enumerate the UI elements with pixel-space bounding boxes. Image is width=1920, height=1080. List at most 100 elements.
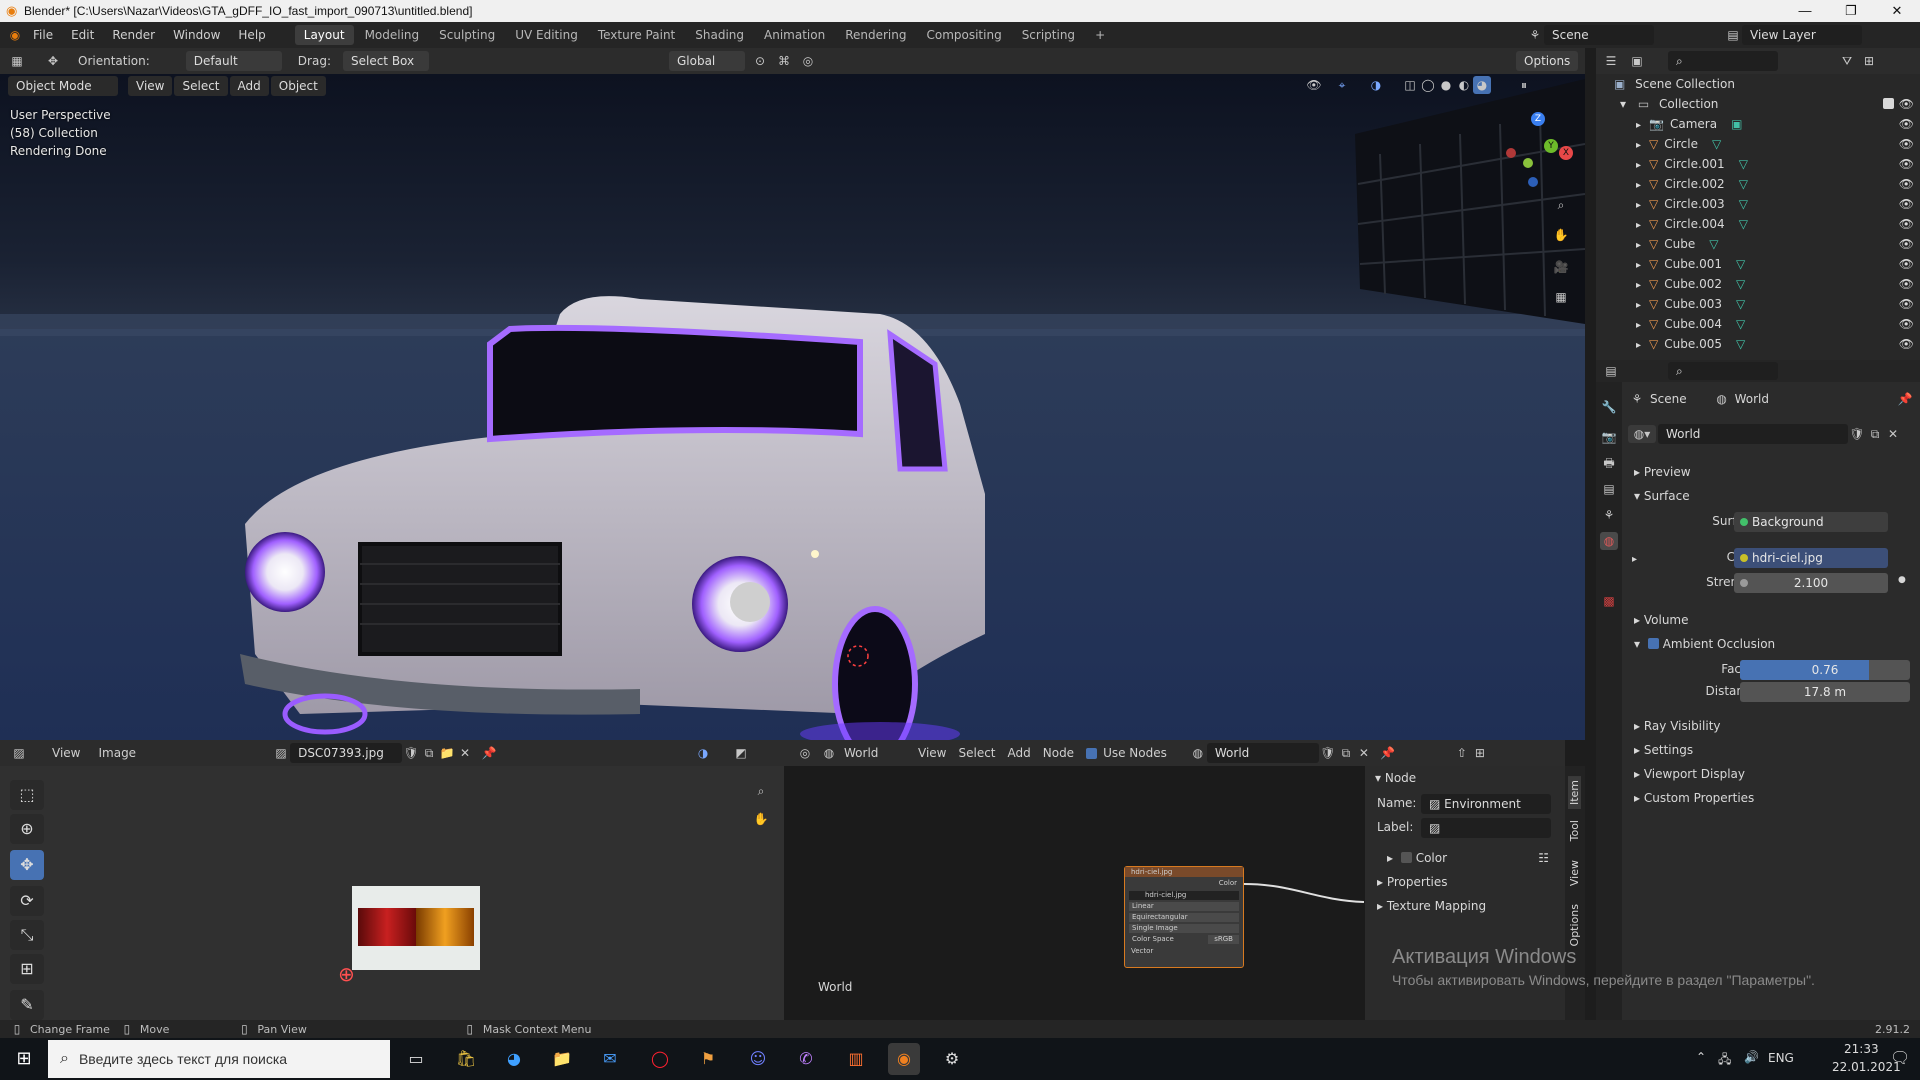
navigation-gizmo[interactable]: Z Y X [1495,110,1575,190]
visibility-eye-icon[interactable]: 👁 [1899,214,1914,234]
image-open-icon[interactable]: 📁 [438,744,456,762]
node-panel-header[interactable]: ▾ Node [1365,766,1565,790]
xray-icon[interactable]: ◫ [1401,76,1419,94]
outliner-item[interactable]: ▸ 📷 Camera ▣ 👁 [1596,114,1920,134]
pause-render-icon[interactable]: ⏸ [1515,76,1533,94]
properties-editor-icon[interactable]: ▤ [1602,362,1620,380]
menu-help[interactable]: Help [229,22,274,48]
display-mode-icon[interactable]: ▣ [1628,52,1646,70]
node-properties-panel[interactable]: ▸ Properties [1365,870,1555,894]
menu-select[interactable]: Select [174,76,228,96]
editor-type-icon[interactable]: ▦ [8,52,26,70]
zoom-icon[interactable]: ⌕ [1552,196,1570,214]
gizmo-neg-z[interactable] [1528,177,1538,187]
outliner-item[interactable]: ▸ ▽ Cube.002 ▽ 👁 [1596,274,1920,294]
node-menu-select[interactable]: Select [952,743,1001,763]
sidebar-tab-options[interactable]: Options [1568,904,1581,946]
menu-add[interactable]: Add [229,76,269,96]
snap-node-icon[interactable]: ⊞ [1471,744,1489,762]
node-name-field[interactable]: ▨ Environment Texture [1421,794,1551,831]
image-overlay-icon[interactable]: ◑ [694,744,712,762]
color-input-field[interactable]: hdri-ciel.jpg [1734,548,1888,568]
minimize-button[interactable]: — [1782,0,1828,22]
ortho-grid-icon[interactable]: ▦ [1552,288,1570,306]
gizmo-neg-x[interactable] [1506,148,1516,158]
menu-object[interactable]: Object [270,76,326,96]
environment-texture-node[interactable]: hdri-ciel.jpg Color hdri-ciel.jpg Linear… [1124,866,1244,968]
view-layer-tab-icon[interactable]: ▤ [1600,480,1618,498]
filter-icon[interactable]: ⛛ [1838,52,1856,70]
node-color-checkbox[interactable] [1400,852,1412,863]
mesh-data-icon[interactable]: ▽ [1709,237,1718,251]
mail-icon[interactable]: ✉ [594,1043,626,1075]
factor-slider[interactable]: 0.76 [1740,660,1910,680]
properties-search-icon[interactable]: ⌕ [1668,362,1778,380]
menu-file[interactable]: File [24,22,62,48]
tab-scripting[interactable]: Scripting [1013,25,1084,45]
rendered-shading-icon[interactable]: ◕ [1473,76,1491,94]
visibility-eye-icon[interactable]: 👁 [1899,234,1914,254]
material-shading-icon[interactable]: ◐ [1455,76,1473,94]
shader-type-dropdown[interactable]: World [838,743,902,763]
menu-render[interactable]: Render [103,22,164,48]
opera-icon[interactable]: ◯ [644,1043,676,1075]
node-image-field[interactable]: hdri-ciel.jpg [1129,891,1239,900]
move-tool[interactable]: ✥ [10,850,44,880]
drag-dropdown[interactable]: Select Box [342,51,429,71]
visibility-eye-icon[interactable]: 👁 [1899,254,1914,274]
image-fake-user-icon[interactable]: 🛡 [402,744,420,762]
image-display-icon[interactable]: ◩ [732,744,750,762]
node-menu-node[interactable]: Node [1037,743,1080,763]
world-browse-node-icon[interactable]: ◍ [1189,744,1207,762]
outliner-item[interactable]: ▸ ▽ Cube.004 ▽ 👁 [1596,314,1920,334]
image-pin-icon[interactable]: 📌 [480,744,498,762]
node-label-field[interactable]: ▨ [1421,818,1551,838]
section-preview[interactable]: ▸ Preview [1622,460,1920,484]
strength-field[interactable]: 2.100 [1734,573,1888,593]
mode-dropdown[interactable]: Object Mode [8,76,118,96]
tab-shading[interactable]: Shading [686,25,753,45]
world-tab-icon[interactable]: ◍ [1600,532,1618,550]
expand-arrow-icon[interactable]: ▸ [1636,280,1641,291]
section-custom-properties[interactable]: ▸ Custom Properties [1622,786,1920,810]
taskbar-search-box[interactable]: ⌕ Введите здесь текст для поиска [48,1040,390,1078]
expand-arrow-icon[interactable]: ▸ [1636,140,1641,151]
menu-view[interactable]: View [128,76,173,96]
discord-icon[interactable]: ☺ [742,1043,774,1075]
rotate-tool[interactable]: ⟳ [10,886,44,916]
gizmo-toggle-icon[interactable]: ⌖ [1333,76,1351,94]
options-dropdown[interactable]: Options [1516,51,1579,71]
gizmo-z-axis[interactable]: Z [1531,112,1545,126]
visibility-eye-icon[interactable]: 👁 [1899,174,1914,194]
sidebar-tab-item[interactable]: Item [1568,776,1581,810]
visibility-icon[interactable]: 👁 [1305,76,1323,94]
section-volume[interactable]: ▸ Volume [1622,608,1920,632]
pivot-icon[interactable]: ⊙ [751,52,769,70]
section-viewport-display[interactable]: ▸ Viewport Display [1622,762,1920,786]
edge-icon[interactable]: ◕ [498,1043,530,1075]
scene-name[interactable]: Scene [1544,25,1654,45]
section-ray-visibility[interactable]: ▸ Ray Visibility [1622,714,1920,738]
node-color-space[interactable]: sRGB [1208,935,1239,944]
image-menu-view[interactable]: View [46,743,86,763]
expand-arrow-icon[interactable]: ▸ [1636,300,1641,311]
texture-mapping-panel[interactable]: ▸ Texture Mapping [1365,894,1555,918]
texture-tab-icon[interactable]: ▩ [1600,592,1618,610]
node-menu-add[interactable]: Add [1002,743,1037,763]
move-tool-icon[interactable]: ✥ [44,52,62,70]
image-unlink-icon[interactable]: ✕ [456,744,474,762]
mesh-data-icon[interactable]: ▽ [1739,217,1748,231]
menu-edit[interactable]: Edit [62,22,103,48]
snap-icon[interactable]: ⌘ [775,52,793,70]
color-expand-icon[interactable]: ▸ [1632,554,1637,565]
orientation-dropdown[interactable]: Default [185,51,282,71]
mesh-data-icon[interactable]: ▽ [1739,197,1748,211]
outliner-item[interactable]: ▸ ▽ Cube.005 ▽ 👁 [1596,334,1920,354]
node-interpolation[interactable]: Linear [1129,902,1239,911]
expand-arrow-icon[interactable]: ▸ [1636,120,1641,131]
image-filename-field[interactable]: DSC07393.jpg [290,743,403,763]
node-pin-icon[interactable]: 📌 [1379,744,1397,762]
node-color-panel[interactable]: ▸ Color ☷ [1375,846,1555,870]
winrar-icon[interactable]: ▥ [840,1043,872,1075]
fake-user-icon[interactable]: 🛡 [1848,425,1866,443]
